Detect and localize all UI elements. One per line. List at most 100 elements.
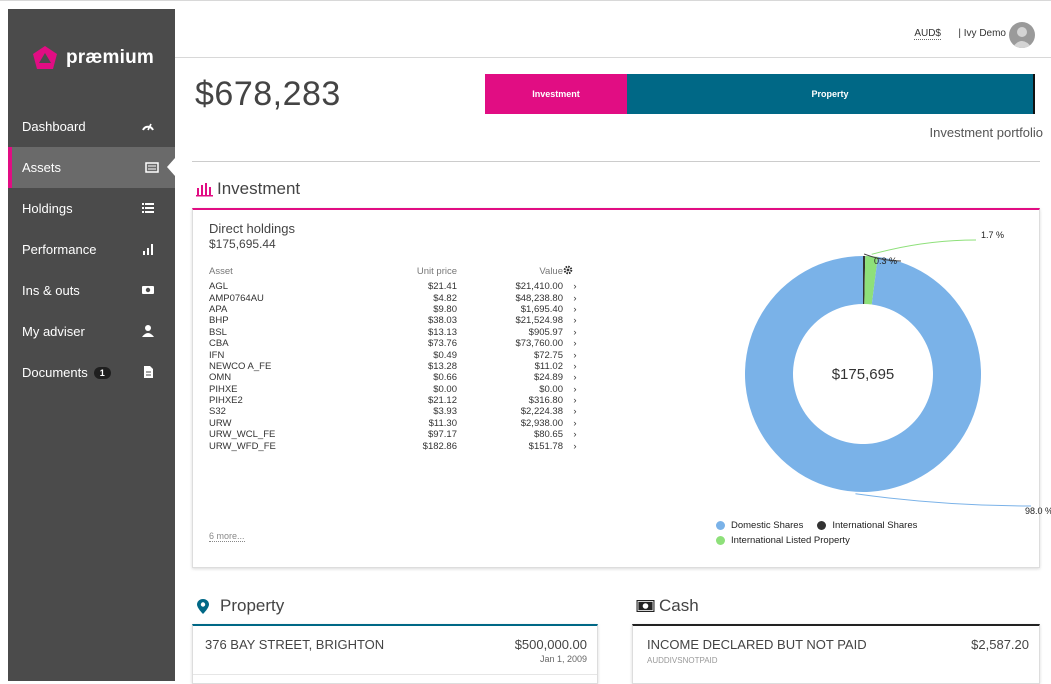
avatar[interactable] bbox=[1009, 22, 1035, 48]
settings-cell[interactable] bbox=[563, 261, 587, 281]
row-arrow-icon[interactable]: › bbox=[563, 395, 587, 406]
row-arrow-icon[interactable]: › bbox=[563, 384, 587, 395]
gauge-icon bbox=[142, 123, 154, 131]
asset-cell: URW_WCL_FE bbox=[209, 429, 276, 441]
row-arrow-icon[interactable]: › bbox=[563, 304, 587, 315]
cash-panel: INCOME DECLARED BUT NOT PAID AUDDIVSNOTP… bbox=[632, 624, 1040, 684]
property-address[interactable]: 376 BAY STREET, BRIGHTON bbox=[205, 637, 384, 652]
tab-investment[interactable]: Investment bbox=[485, 74, 627, 114]
table-row[interactable]: URW_WCL_FE $97.17 $80.65 › bbox=[209, 429, 587, 440]
asset-cell: AGL bbox=[209, 281, 229, 293]
row-arrow-icon[interactable]: › bbox=[563, 429, 587, 440]
money-icon bbox=[142, 286, 154, 294]
column-header-value: Value bbox=[539, 265, 563, 277]
section-title: Cash bbox=[659, 596, 699, 615]
sidebar-item-my-adviser[interactable]: My adviser bbox=[8, 311, 175, 352]
table-row[interactable]: IFN $0.49 $72.75 › bbox=[209, 349, 587, 361]
logo-mark-icon bbox=[33, 46, 57, 69]
table-row[interactable]: BSL $13.13 $905.97 › bbox=[209, 327, 587, 338]
sidebar-nav: Dashboard Assets Holdings Performance In… bbox=[8, 106, 175, 393]
row-arrow-icon[interactable]: › bbox=[563, 372, 587, 383]
unit-price-cell: $13.13 bbox=[427, 326, 457, 338]
table-row[interactable]: CBA $73.76 $73,760.00 › bbox=[209, 338, 587, 349]
asset-cell: IFN bbox=[209, 349, 225, 361]
sidebar-item-documents[interactable]: Documents 1 bbox=[8, 352, 175, 393]
row-arrow-icon[interactable]: › bbox=[563, 281, 587, 292]
table-row[interactable]: BHP $38.03 $21,524.98 › bbox=[209, 315, 587, 326]
table-row[interactable]: OMN $0.66 $24.89 › bbox=[209, 372, 587, 383]
sidebar-item-assets[interactable]: Assets bbox=[8, 147, 175, 188]
sidebar-item-label: Documents bbox=[22, 365, 88, 380]
holdings-rows: AGL $21.41 $21,410.00 › AMP0764AU $4.82 $48,23… bbox=[209, 281, 587, 452]
row-arrow-icon[interactable]: › bbox=[563, 349, 587, 361]
row-arrow-icon[interactable]: › bbox=[563, 315, 587, 326]
cash-item-code: AUDDIVSNOTPAID bbox=[647, 656, 718, 665]
cash-item-value: $2,587.20 bbox=[971, 637, 1029, 652]
sidebar-item-ins-outs[interactable]: Ins & outs bbox=[8, 270, 175, 311]
row-arrow-icon[interactable]: › bbox=[563, 440, 587, 452]
portfolio-total: $678,283 bbox=[195, 75, 341, 113]
table-row[interactable]: AMP0764AU $4.82 $48,238.80 › bbox=[209, 292, 587, 304]
sidebar-item-dashboard[interactable]: Dashboard bbox=[8, 106, 175, 147]
row-arrow-icon[interactable]: › bbox=[563, 327, 587, 338]
legend-dot bbox=[716, 521, 725, 530]
gear-icon[interactable] bbox=[563, 265, 573, 275]
sidebar-item-holdings[interactable]: Holdings bbox=[8, 188, 175, 229]
user-name[interactable]: | Ivy Demo bbox=[958, 28, 1006, 39]
table-row[interactable]: AGL $21.41 $21,410.00 › bbox=[209, 281, 587, 292]
value-cell: $24.89 bbox=[533, 372, 563, 384]
cash-item-name[interactable]: INCOME DECLARED BUT NOT PAID bbox=[647, 637, 867, 652]
brand-name: præmium bbox=[66, 47, 154, 68]
more-holdings-link[interactable]: 6 more... bbox=[209, 531, 245, 542]
investment-panel: Direct holdings $175,695.44 Asset Unit p… bbox=[192, 208, 1051, 568]
table-header-row: Asset Unit price Value bbox=[209, 261, 587, 281]
value-cell: $21,410.00 bbox=[515, 281, 563, 293]
table-row[interactable]: S32 $3.93 $2,224.38 › bbox=[209, 406, 587, 417]
section-title: Property bbox=[220, 596, 285, 615]
legend-item-international-listed-property[interactable]: International Listed Property bbox=[716, 535, 850, 546]
value-cell: $905.97 bbox=[528, 326, 563, 338]
table-row[interactable]: NEWCO A_FE $13.28 $11.02 › bbox=[209, 361, 587, 372]
tab-property[interactable]: Property bbox=[627, 74, 1035, 114]
asset-cell: PIHXE2 bbox=[209, 395, 243, 407]
unit-price-cell: $21.12 bbox=[427, 395, 457, 407]
legend-item-international-shares[interactable]: International Shares bbox=[817, 520, 917, 531]
sidebar-item-label: Ins & outs bbox=[22, 283, 80, 298]
direct-holdings-label: Direct holdings bbox=[209, 221, 295, 236]
row-arrow-icon[interactable]: › bbox=[563, 361, 587, 372]
sidebar-item-performance[interactable]: Performance bbox=[8, 229, 175, 270]
table-row[interactable]: URW_WFD_FE $182.86 $151.78 › bbox=[209, 440, 587, 452]
table-row[interactable]: PIHXE2 $21.12 $316.80 › bbox=[209, 395, 587, 406]
row-arrow-icon[interactable]: › bbox=[563, 292, 587, 304]
documents-count-badge: 1 bbox=[93, 366, 111, 379]
legend-label: International Shares bbox=[832, 520, 918, 531]
donut-data-label: 0.3 % bbox=[874, 256, 897, 266]
brand-logo[interactable]: præmium bbox=[32, 45, 154, 71]
bar-chart-icon bbox=[196, 182, 213, 196]
legend-dot bbox=[716, 536, 725, 545]
row-arrow-icon[interactable]: › bbox=[563, 338, 587, 349]
portfolio-subtitle: Investment portfolio bbox=[929, 125, 1043, 140]
direct-holdings-total: $175,695.44 bbox=[209, 237, 276, 251]
currency-selector[interactable]: AUD$ bbox=[914, 28, 941, 40]
value-cell: $72.75 bbox=[533, 349, 563, 361]
top-bar: AUD$ | Ivy Demo bbox=[175, 9, 1051, 58]
table-row[interactable]: APA $9.80 $1,695.40 › bbox=[209, 304, 587, 315]
legend-row: International Listed Property bbox=[716, 533, 917, 548]
value-cell: $2,224.38 bbox=[520, 406, 563, 418]
asset-cell: APA bbox=[209, 303, 228, 315]
legend-item-domestic-shares[interactable]: Domestic Shares bbox=[716, 520, 803, 531]
unit-price-cell: $13.28 bbox=[427, 360, 457, 372]
row-arrow-icon[interactable]: › bbox=[563, 418, 587, 429]
table-row[interactable]: URW $11.30 $2,938.00 › bbox=[209, 418, 587, 429]
value-cell: $151.78 bbox=[528, 440, 563, 452]
unit-price-cell: $0.00 bbox=[433, 383, 457, 395]
row-arrow-icon[interactable]: › bbox=[563, 406, 587, 417]
sidebar-item-label: Assets bbox=[22, 160, 62, 175]
unit-price-cell: $3.93 bbox=[433, 406, 457, 418]
map-pin-icon bbox=[197, 598, 209, 614]
table-row[interactable]: PIHXE $0.00 $0.00 › bbox=[209, 384, 587, 395]
unit-price-cell: $0.66 bbox=[433, 372, 457, 384]
property-date: Jan 1, 2009 bbox=[539, 654, 587, 664]
property-heading: Property bbox=[196, 596, 284, 616]
